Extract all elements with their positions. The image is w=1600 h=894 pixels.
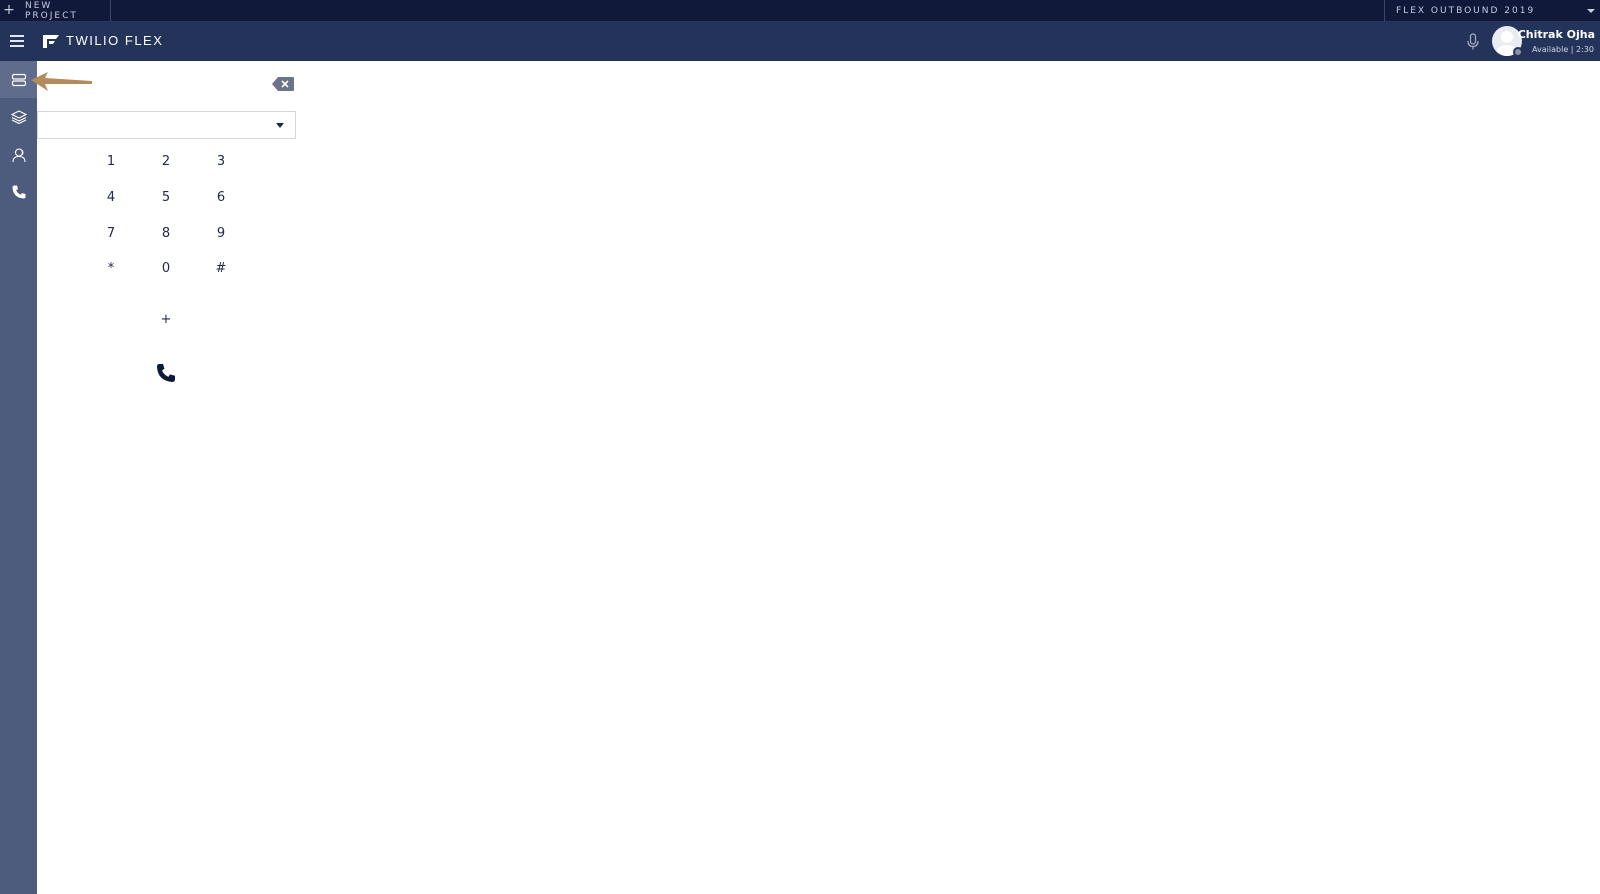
- layers-icon: [10, 109, 27, 124]
- menu-icon[interactable]: [10, 35, 24, 47]
- annotation-arrow-icon: [31, 72, 92, 91]
- project-bar: + NEW PROJECT FLEX OUTBOUND 2019: [0, 0, 1600, 22]
- dialpad-key[interactable]: 0: [148, 255, 184, 281]
- chevron-down-icon: [1587, 8, 1595, 13]
- phone-icon: [12, 185, 25, 198]
- sidebar-item-contacts[interactable]: [0, 136, 37, 173]
- project-selector[interactable]: FLEX OUTBOUND 2019: [1384, 0, 1600, 21]
- agent-desktop-icon: [11, 73, 26, 86]
- dialpad-key[interactable]: 5: [148, 184, 184, 210]
- sidebar: [0, 61, 37, 894]
- brand-title: TWILIO FLEX: [66, 33, 164, 48]
- call-button[interactable]: [155, 362, 177, 384]
- sidebar-item-phone[interactable]: [0, 173, 37, 210]
- dialpad-key[interactable]: 4: [93, 184, 129, 210]
- new-project-button[interactable]: + NEW PROJECT: [0, 0, 111, 21]
- dialpad-key[interactable]: 2: [148, 148, 184, 174]
- project-name: FLEX OUTBOUND 2019: [1396, 5, 1536, 16]
- dialpad-key[interactable]: 7: [93, 220, 129, 246]
- contacts-icon: [11, 147, 26, 162]
- new-project-label: NEW PROJECT: [24, 0, 78, 21]
- user-name: Chitrak Ojha: [1517, 28, 1595, 41]
- presence-status-dot: [1513, 47, 1523, 57]
- dialpad-key[interactable]: *: [93, 255, 129, 281]
- twilio-flex-logo-icon: [43, 35, 59, 48]
- caller-id-dropdown-icon[interactable]: [276, 123, 284, 128]
- dialpad-key[interactable]: 6: [203, 184, 239, 210]
- phone-number-field[interactable]: [37, 111, 296, 139]
- dialpad-key[interactable]: 3: [203, 148, 239, 174]
- dialpad-key[interactable]: 9: [203, 220, 239, 246]
- dialpad-key[interactable]: 1: [93, 148, 129, 174]
- user-status[interactable]: Available | 2:30: [1532, 45, 1594, 54]
- dialpad-key[interactable]: 8: [148, 220, 184, 246]
- microphone-icon[interactable]: [1465, 33, 1481, 51]
- dialpad-key-plus[interactable]: +: [148, 306, 184, 332]
- phone-number-input[interactable]: [44, 116, 264, 134]
- sidebar-item-layers[interactable]: [0, 98, 37, 135]
- dialpad-key[interactable]: #: [203, 255, 239, 281]
- plus-icon: +: [3, 2, 15, 18]
- backspace-button[interactable]: [271, 76, 295, 92]
- main-header: TWILIO FLEX Chitrak Ojha Available | 2:3…: [0, 22, 1600, 61]
